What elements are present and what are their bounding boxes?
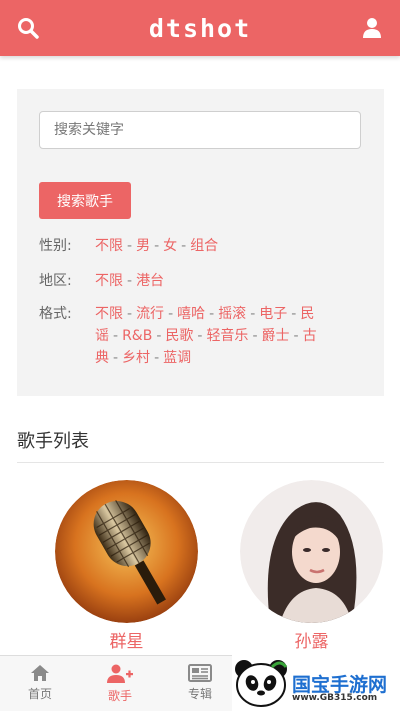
region-options: 不限 - 港台 — [95, 273, 165, 289]
region-filter-label: 地区: — [39, 273, 72, 289]
divider — [17, 462, 384, 463]
watermark: 国宝手游网 www.GB315.com — [232, 655, 400, 711]
add-user-icon — [107, 664, 133, 683]
portrait-image[interactable] — [240, 480, 383, 623]
format-option[interactable]: 嘻哈 — [177, 306, 205, 322]
search-artist-button[interactable]: 搜索歌手 — [39, 182, 131, 219]
app-header: dtshot — [0, 0, 400, 56]
newspaper-icon — [188, 664, 212, 682]
user-icon[interactable] — [358, 14, 386, 42]
gender-option[interactable]: 不限 — [95, 238, 123, 254]
format-option[interactable]: 民歌 — [165, 328, 193, 344]
format-option[interactable]: 爵士 — [262, 328, 290, 344]
nav-albums-label: 专辑 — [187, 687, 212, 701]
gender-filter-label: 性别: — [39, 238, 72, 254]
format-filter: 格式: 不限 - 流行 - 嘻哈 - 摇滚 - 电子 - 民谣 - R&B - 民歌 - 轻音乐 - 爵士 - 古典 - 乡… — [39, 303, 335, 369]
panda-logo-icon — [235, 660, 288, 707]
gender-options: 不限 - 男 - 女 - 组合 — [95, 238, 219, 254]
artist-name[interactable]: 群星 — [55, 627, 198, 652]
region-option[interactable]: 不限 — [95, 273, 123, 289]
search-input[interactable] — [39, 111, 361, 149]
nav-albums[interactable]: 专辑 — [160, 656, 240, 711]
format-option[interactable]: 摇滚 — [218, 306, 246, 322]
artist-list-title: 歌手列表 — [17, 431, 89, 452]
format-option[interactable]: 轻音乐 — [206, 328, 248, 344]
nav-artists-label: 歌手 — [107, 689, 132, 703]
home-icon — [31, 665, 49, 681]
microphone-image[interactable] — [55, 480, 198, 623]
format-option[interactable]: 蓝调 — [163, 350, 191, 366]
gender-option[interactable]: 组合 — [190, 238, 218, 254]
format-options: 不限 - 流行 - 嘻哈 - 摇滚 - 电子 - 民谣 - R&B - 民歌 - 轻音乐 - 爵士 - 古典 - 乡村 - 蓝调 — [95, 306, 317, 366]
search-icon[interactable] — [14, 14, 42, 42]
watermark-url: www.GB315.com — [292, 693, 378, 703]
gender-option[interactable]: 男 — [136, 238, 150, 254]
format-option[interactable]: 电子 — [259, 306, 287, 322]
format-option[interactable]: R&B — [122, 328, 152, 344]
artist-card[interactable]: 孙露 — [240, 480, 383, 652]
format-option[interactable]: 不限 — [95, 306, 123, 322]
region-option[interactable]: 港台 — [136, 273, 164, 289]
nav-home-label: 首页 — [27, 687, 52, 701]
app-title: dtshot — [148, 13, 252, 43]
filter-panel: 搜索歌手 性别: 不限-男-女-组合 地区: 不限-港台 格式: 不限-流行-嘻… — [17, 89, 384, 396]
gender-option[interactable]: 女 — [163, 238, 177, 254]
format-option[interactable]: 流行 — [136, 306, 164, 322]
gender-filter: 性别: 不限 - 男 - 女 - 组合 — [39, 235, 335, 257]
nav-artists[interactable]: 歌手 — [80, 656, 160, 711]
nav-home[interactable]: 首页 — [0, 656, 80, 711]
region-filter: 地区: 不限 - 港台 — [39, 270, 335, 292]
format-option[interactable]: 乡村 — [122, 350, 150, 366]
artist-name[interactable]: 孙露 — [240, 627, 383, 652]
format-filter-label: 格式: — [39, 306, 72, 322]
artist-card[interactable]: 群星 — [55, 480, 198, 652]
